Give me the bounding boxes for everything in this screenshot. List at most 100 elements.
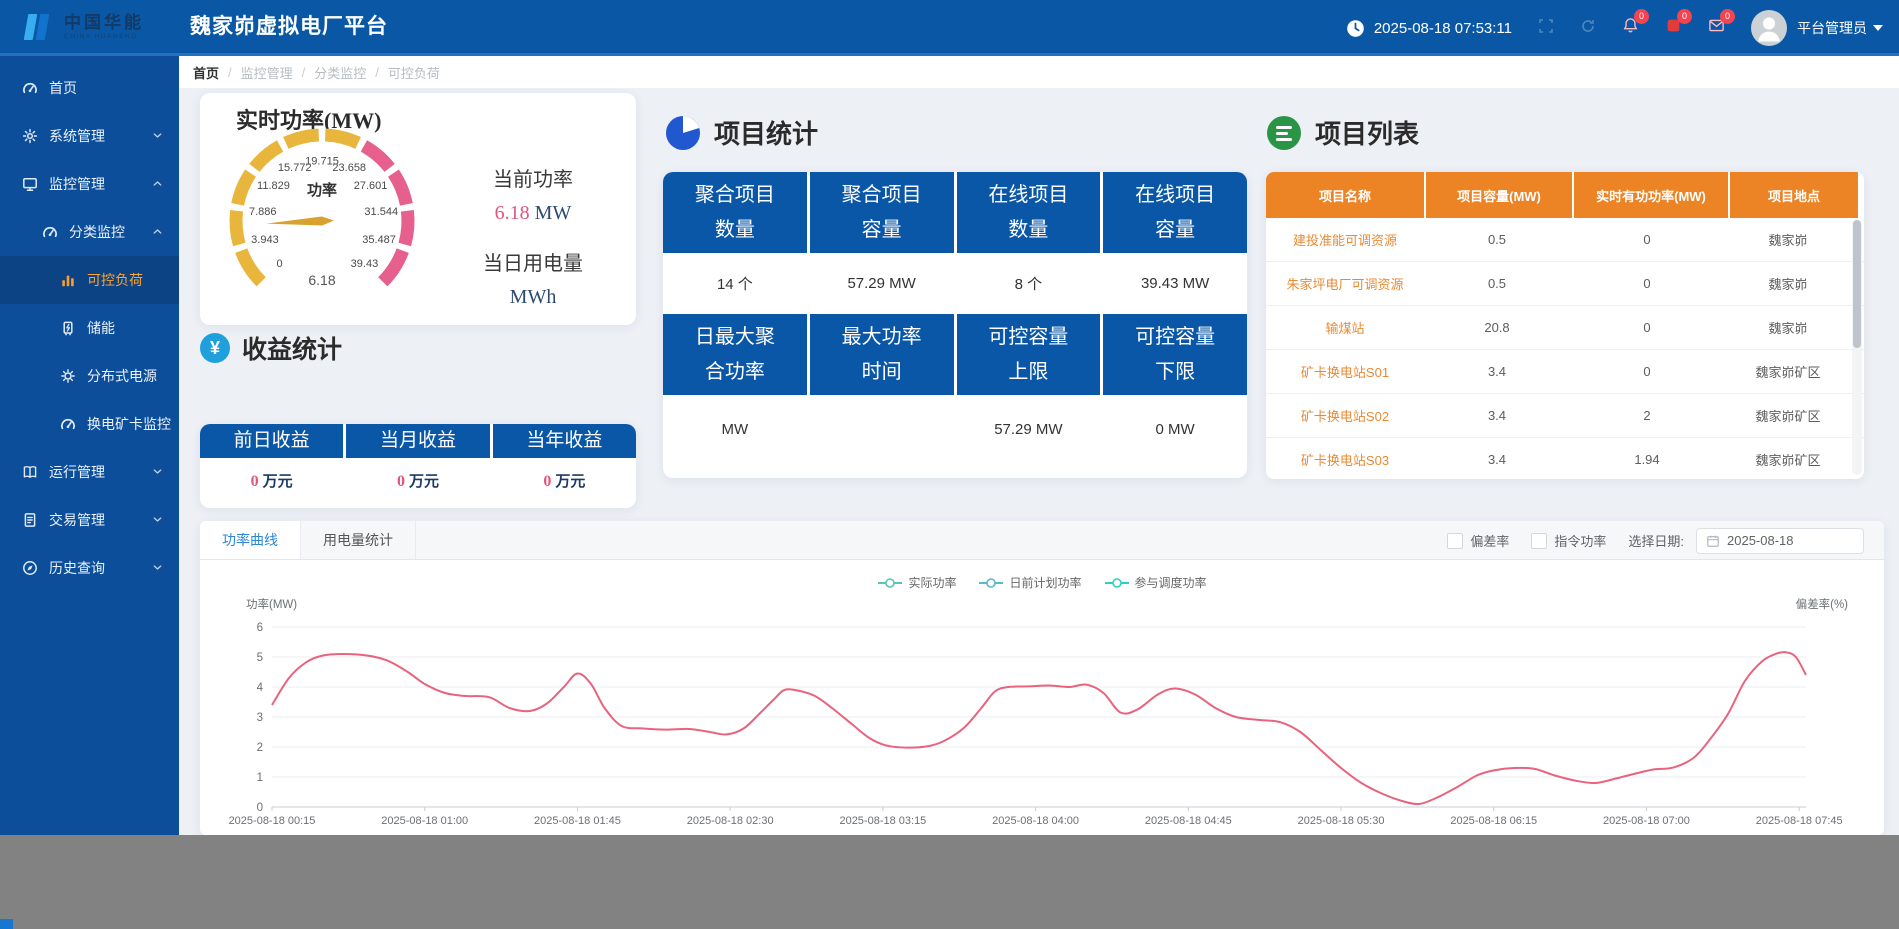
project-name-link[interactable]: 建投准能可调资源	[1266, 218, 1424, 261]
sidebar-item-储能[interactable]: 储能	[0, 304, 179, 352]
date-value: 2025-08-18	[1727, 533, 1794, 548]
svg-text:2025-08-18 01:00: 2025-08-18 01:00	[381, 815, 468, 827]
stat-header: 最大功率 时间	[810, 314, 954, 395]
legend-item-参与调度功率[interactable]: 参与调度功率	[1104, 574, 1207, 591]
chevron-down-icon	[151, 561, 165, 575]
project-name-link[interactable]: 矿卡换电站S03	[1266, 438, 1424, 479]
sidebar-item-历史查询[interactable]: 历史查询	[0, 544, 179, 592]
sidebar-item-label: 分类监控	[69, 222, 125, 242]
stat-header: 日最大聚 合功率	[663, 314, 807, 395]
chevron-up-icon	[151, 177, 165, 191]
stat-header: 聚合项目 数量	[663, 172, 807, 253]
svg-text:35.487: 35.487	[362, 234, 396, 246]
page-bottom-background	[0, 835, 1899, 929]
username-label[interactable]: 平台管理员	[1797, 18, 1867, 38]
chart-legend: 实际功率 日前计划功率 参与调度功率	[200, 574, 1884, 591]
sidebar-item-运行管理[interactable]: 运行管理	[0, 448, 179, 496]
svg-text:2025-08-18 07:45: 2025-08-18 07:45	[1756, 815, 1843, 827]
svg-text:2025-08-18 00:15: 2025-08-18 00:15	[229, 815, 316, 827]
table-cell: 魏家峁	[1724, 218, 1852, 261]
table-cell: 0.5	[1424, 262, 1570, 305]
mail-icon[interactable]: 0	[1708, 17, 1725, 39]
battery-icon	[60, 320, 77, 337]
stat-value: 8 个	[957, 253, 1101, 314]
sidebar-item-label: 历史查询	[49, 558, 105, 578]
legend-item-日前计划功率[interactable]: 日前计划功率	[978, 574, 1081, 591]
breadcrumb-item-首页[interactable]: 首页	[193, 63, 219, 82]
fullscreen-icon[interactable]	[1538, 18, 1554, 39]
chevron-down-icon	[151, 129, 165, 143]
table-row: 建投准能可调资源0.50魏家峁	[1266, 218, 1864, 262]
gear-icon	[22, 128, 39, 145]
revenue-value-当月收益: 0 万元	[346, 458, 489, 505]
project-name-link[interactable]: 矿卡换电站S01	[1266, 350, 1424, 393]
page-title: 魏家峁虚拟电厂平台	[190, 0, 388, 56]
daily-energy-label: 当日用电量	[430, 247, 636, 276]
table-cell: 3.4	[1424, 350, 1570, 393]
table-cell: 0	[1570, 262, 1724, 305]
sidebar-item-label: 分布式电源	[87, 366, 157, 386]
sidebar-item-首页[interactable]: 首页	[0, 64, 179, 112]
svg-text:2025-08-18 06:15: 2025-08-18 06:15	[1450, 815, 1537, 827]
checkbox-label-偏差率[interactable]: 偏差率	[1470, 531, 1509, 550]
sidebar-item-系统管理[interactable]: 系统管理	[0, 112, 179, 160]
sidebar-item-可控负荷[interactable]: 可控负荷	[0, 256, 179, 304]
svg-text:0: 0	[257, 802, 263, 814]
tab-用电量统计[interactable]: 用电量统计	[301, 521, 416, 559]
current-power-value: 6.18 MW	[430, 202, 636, 225]
svg-text:功率(MW): 功率(MW)	[246, 597, 297, 611]
project-name-link[interactable]: 矿卡换电站S02	[1266, 394, 1424, 437]
svg-text:31.544: 31.544	[364, 206, 398, 218]
breadcrumb-separator: /	[228, 65, 232, 80]
chevron-down-icon	[151, 513, 165, 527]
revenue-header-当年收益: 当年收益	[493, 424, 636, 458]
svg-text:11.829: 11.829	[257, 180, 290, 192]
checkbox-label-指令功率[interactable]: 指令功率	[1554, 531, 1606, 550]
stat-value: 57.29 MW	[957, 395, 1101, 463]
svg-text:2025-08-18 05:30: 2025-08-18 05:30	[1298, 815, 1385, 827]
sidebar-item-分布式电源[interactable]: 分布式电源	[0, 352, 179, 400]
table-cell: 魏家峁	[1724, 306, 1852, 349]
table-cell: 0	[1570, 350, 1724, 393]
sidebar-item-监控管理[interactable]: 监控管理	[0, 160, 179, 208]
logo-title: 中国华能	[64, 14, 144, 31]
user-menu-caret-icon[interactable]	[1873, 25, 1883, 31]
svg-text:39.43: 39.43	[351, 258, 379, 270]
legend-item-实际功率[interactable]: 实际功率	[877, 574, 956, 591]
project-stats-heading: 项目统计	[665, 114, 818, 151]
sidebar-item-交易管理[interactable]: 交易管理	[0, 496, 179, 544]
project-name-link[interactable]: 输煤站	[1266, 306, 1424, 349]
svg-text:23.658: 23.658	[332, 162, 366, 174]
refresh-icon[interactable]	[1580, 18, 1596, 39]
table-cell: 0.5	[1424, 218, 1570, 261]
project-stats-title: 项目统计	[714, 114, 818, 151]
chevron-down-icon	[151, 465, 165, 479]
sidebar-item-label: 系统管理	[49, 126, 105, 146]
column-header-项目容量(MW): 项目容量(MW)	[1426, 172, 1572, 218]
project-list-heading: 项目列表	[1266, 114, 1419, 151]
sidebar-item-分类监控[interactable]: 分类监控	[0, 208, 179, 256]
alarm-icon[interactable]: 0	[1665, 17, 1682, 39]
project-name-link[interactable]: 朱家坪电厂可调资源	[1266, 262, 1424, 305]
sidebar-item-换电矿卡监控[interactable]: 换电矿卡监控	[0, 400, 179, 448]
tab-功率曲线[interactable]: 功率曲线	[200, 521, 301, 559]
table-scrollbar[interactable]	[1852, 220, 1862, 475]
checkbox-指令功率[interactable]	[1531, 533, 1547, 549]
checkbox-偏差率[interactable]	[1447, 533, 1463, 549]
svg-text:0: 0	[277, 258, 283, 270]
bell-icon[interactable]: 0	[1622, 17, 1639, 39]
svg-text:7.886: 7.886	[249, 206, 277, 218]
book-icon	[22, 464, 39, 481]
breadcrumb-item-分类监控: 分类监控	[314, 63, 366, 82]
table-row: 输煤站20.80魏家峁	[1266, 306, 1864, 350]
user-avatar[interactable]	[1751, 10, 1787, 46]
power-line-chart: 01234562025-08-18 00:152025-08-18 01:002…	[200, 560, 1884, 835]
floating-widget[interactable]	[0, 919, 13, 929]
project-list-title: 项目列表	[1315, 114, 1419, 151]
revenue-header-当月收益: 当月收益	[346, 424, 489, 458]
svg-text:3: 3	[257, 712, 263, 724]
table-scrollbar-thumb[interactable]	[1853, 220, 1861, 348]
sidebar-nav: 首页系统管理监控管理分类监控可控负荷储能分布式电源换电矿卡监控运行管理交易管理历…	[0, 56, 179, 835]
date-picker-input[interactable]: 2025-08-18	[1696, 528, 1864, 554]
revenue-value-前日收益: 0 万元	[200, 458, 343, 505]
